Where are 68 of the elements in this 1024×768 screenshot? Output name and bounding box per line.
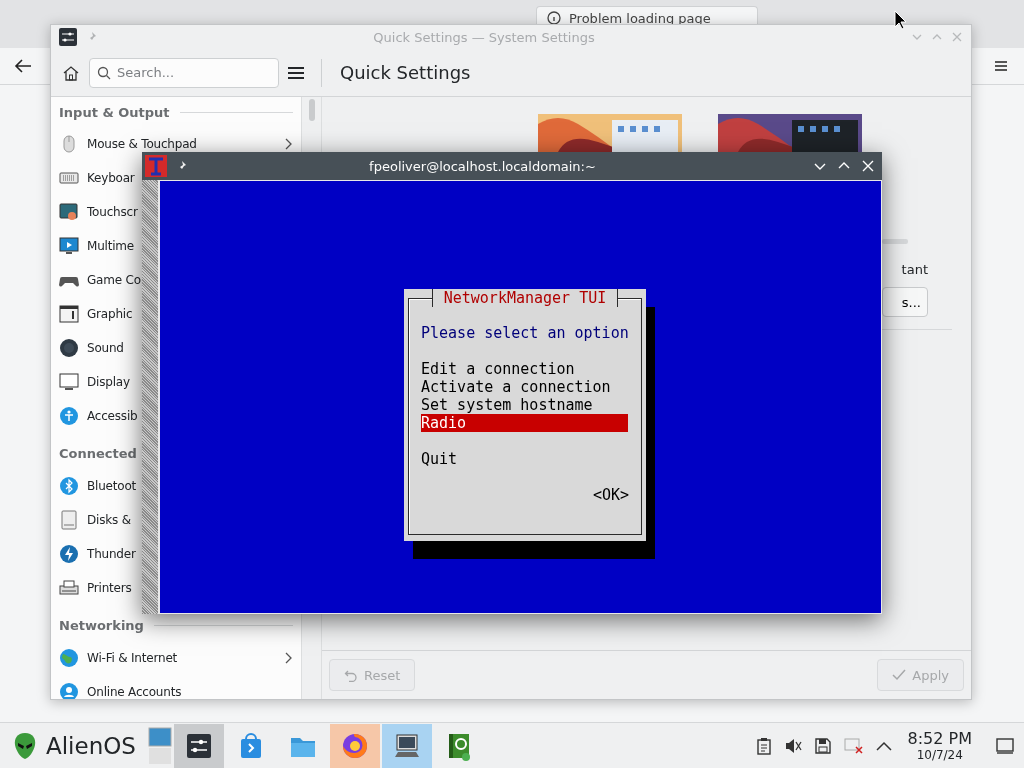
menu-icon[interactable] [994, 60, 1008, 72]
back-arrow-icon[interactable] [14, 58, 32, 74]
chevron-right-icon[interactable] [285, 652, 293, 664]
network-disconnected-icon[interactable] [843, 736, 864, 755]
sidebar-item[interactable]: Keyboar [87, 171, 135, 185]
slider-track[interactable] [882, 239, 908, 244]
dialog-prompt: Please select an option [421, 324, 629, 342]
sidebar-item[interactable]: Wi-Fi & Internet [87, 651, 178, 665]
taskbar-button[interactable] [381, 723, 432, 768]
printer-icon [59, 578, 79, 598]
clipboard-icon[interactable] [755, 736, 772, 755]
show-desktop-icon[interactable] [996, 737, 1014, 754]
sidebar-item[interactable]: Multime [87, 239, 134, 253]
bluetooth-icon [59, 476, 79, 496]
chevron-up-icon[interactable] [875, 739, 892, 752]
window-title: fpeoliver@localhost.localdomain:~ [369, 158, 596, 174]
clock-time[interactable]: 8:52 PM [907, 730, 972, 747]
section-heading: Connected [59, 445, 137, 461]
window-title: Quick Settings — System Settings [373, 29, 595, 45]
tablet-icon [59, 304, 79, 324]
settings-button[interactable]: s... [882, 287, 928, 317]
sidebar-item[interactable]: Touchscr [87, 205, 138, 219]
section-heading: Networking [59, 617, 144, 633]
clock-date[interactable]: 10/7/24 [916, 748, 963, 761]
sidebar-item[interactable]: Printers [87, 581, 132, 595]
ok-button[interactable]: <OK> [592, 486, 629, 504]
section-heading: Input & Output [59, 104, 170, 120]
sidebar-item[interactable]: Accessib [87, 409, 138, 423]
menu-option[interactable]: Edit a connection [421, 360, 628, 378]
display-icon [59, 372, 79, 392]
menu-option[interactable]: Quit [421, 450, 628, 468]
option-label: tant [901, 262, 928, 277]
info-icon [547, 11, 561, 25]
sidebar-item[interactable]: Bluetoot [87, 479, 137, 493]
sidebar-item[interactable]: Sound [87, 341, 124, 355]
dialog-title: NetworkManager TUI [431, 289, 619, 307]
launcher-label[interactable]: AlienOS [46, 732, 136, 759]
globe-icon [59, 648, 79, 668]
accessibility-icon [59, 406, 79, 426]
menu-icon[interactable] [287, 64, 305, 81]
monitor-icon [59, 236, 79, 256]
touchscreen-icon [59, 202, 79, 222]
sidebar-item[interactable]: Online Accounts [87, 685, 182, 699]
taskbar-button[interactable] [329, 723, 380, 768]
lightning-icon [59, 544, 79, 564]
sidebar-item[interactable]: Graphic [87, 307, 133, 321]
alien-icon[interactable] [12, 730, 38, 761]
scrollbar-thumb[interactable] [308, 99, 315, 121]
muted-speaker-icon[interactable] [783, 736, 802, 755]
mouse-cursor-icon [894, 10, 908, 30]
taskbar-button[interactable] [173, 723, 224, 768]
sidebar-item[interactable]: Mouse & Touchpad [87, 137, 197, 151]
terminal-app-icon [145, 155, 167, 177]
page-title: Quick Settings [340, 62, 471, 83]
menu-option[interactable]: Set system hostname [421, 396, 628, 414]
sidebar-item[interactable]: Game Co [87, 273, 141, 287]
chevron-right-icon[interactable] [285, 138, 293, 150]
menu-option[interactable]: Radio [421, 414, 628, 432]
sidebar-item[interactable]: Display [87, 375, 130, 389]
sidebar-item[interactable]: Disks & [87, 513, 131, 527]
menu-option[interactable]: Activate a connection [421, 378, 628, 396]
speaker-icon [59, 338, 79, 358]
search-icon [97, 65, 111, 80]
settings-app-icon [59, 28, 77, 46]
search-field[interactable]: Search... [89, 57, 279, 88]
undo-icon [344, 668, 358, 682]
checkmark-icon [892, 668, 907, 682]
sidebar-item[interactable]: Thunder [87, 547, 136, 561]
